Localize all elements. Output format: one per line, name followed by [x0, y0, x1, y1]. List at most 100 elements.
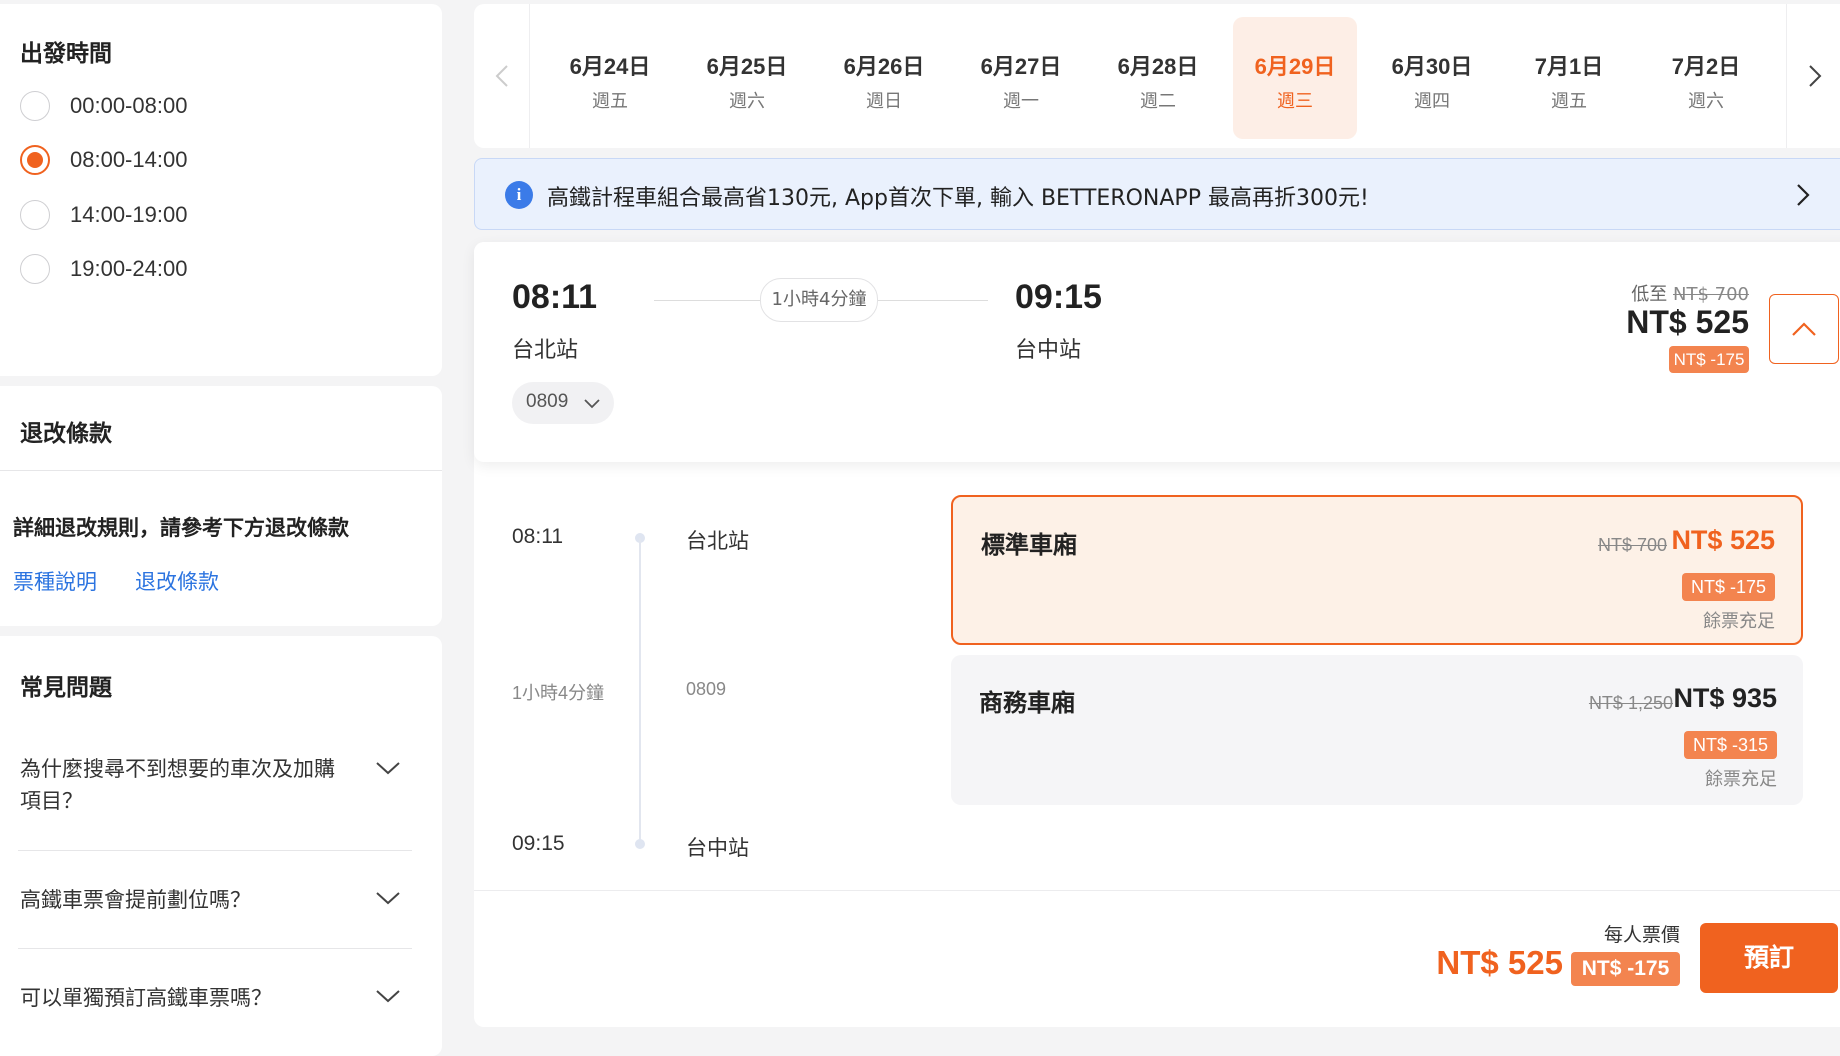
time-option-00-08[interactable]: 00:00-08:00: [20, 89, 187, 123]
date-option[interactable]: 6月26日週日: [822, 17, 946, 139]
class-price: NT$ 935: [1673, 683, 1777, 713]
date-label: 6月26日: [843, 54, 925, 79]
divider: [474, 890, 1840, 891]
timeline-arrive-station: 台中站: [686, 836, 749, 860]
date-label: 6月25日: [706, 54, 788, 79]
date-option[interactable]: 6月25日週六: [685, 17, 809, 139]
next-dates-button[interactable]: [1787, 4, 1840, 148]
date-label: 6月28日: [1117, 54, 1199, 79]
date-label: 7月2日: [1671, 54, 1741, 79]
chevron-down-icon[interactable]: [375, 890, 401, 906]
class-original-price: NT$ 1,250: [1588, 693, 1673, 713]
train-number: 0809: [526, 391, 569, 412]
weekday-label: 週日: [866, 91, 902, 112]
date-option[interactable]: 7月1日週五: [1507, 17, 1631, 139]
date-option-selected[interactable]: 6月29日 週三: [1233, 17, 1357, 139]
ticket-type-link[interactable]: 票種說明: [13, 566, 97, 596]
timeline-train-number: 0809: [686, 679, 727, 699]
class-name: 標準車廂: [981, 531, 1077, 559]
promo-text: 高鐵計程車組合最高省130元, App首次下單, 輸入 BETTERONAPP …: [547, 186, 1369, 211]
from-label: 低至: [1631, 284, 1668, 305]
date-label: 7月1日: [1534, 54, 1604, 79]
book-button[interactable]: 預訂: [1700, 923, 1838, 993]
radio-button-selected[interactable]: [20, 145, 50, 175]
time-option-19-24[interactable]: 19:00-24:00: [20, 252, 187, 286]
date-label: 6月30日: [1391, 54, 1473, 79]
discount-badge: NT$ -175: [1571, 952, 1680, 986]
divider: [18, 850, 412, 851]
time-option-label: 00:00-08:00: [70, 93, 188, 118]
date-label: 6月24日: [569, 54, 651, 79]
arrive-station: 台中站: [1015, 338, 1082, 363]
time-option-label: 14:00-19:00: [70, 202, 188, 227]
radio-button[interactable]: [20, 200, 50, 230]
chevron-down-icon: [584, 399, 600, 409]
radio-button[interactable]: [20, 91, 50, 121]
weekday-label: 週六: [1688, 91, 1724, 112]
weekday-label: 週五: [1551, 91, 1587, 112]
date-option[interactable]: 6月28日週二: [1096, 17, 1220, 139]
duration-pill: 1小時4分鐘: [760, 278, 878, 322]
lowest-price: NT$ 525: [1626, 304, 1749, 340]
divider: [0, 470, 442, 471]
discount-badge: NT$ -315: [1683, 731, 1777, 759]
divider: [529, 4, 530, 148]
chevron-left-icon: [495, 65, 508, 87]
availability-label: 餘票充足: [1703, 611, 1775, 632]
faq-title: 常見問題: [20, 675, 112, 701]
radio-button[interactable]: [20, 254, 50, 284]
train-summary: 08:11 台北站 1小時4分鐘 09:15 台中站 0809 低至 NT$ 7…: [474, 242, 1840, 462]
faq-question[interactable]: 可以單獨預訂高鐵車票嗎？: [20, 982, 340, 1014]
original-price: NT$ 700: [1673, 284, 1749, 305]
departure-time-title: 出發時間: [20, 41, 112, 67]
from-price-label: 低至 NT$ 700: [1631, 280, 1749, 306]
train-result-card: 08:11 台北站 1小時4分鐘 09:15 台中站 0809 低至 NT$ 7…: [474, 242, 1840, 1027]
class-option-standard[interactable]: 標準車廂 NT$ 700 NT$ 525 NT$ -175 餘票充足: [951, 495, 1803, 645]
date-label: 6月27日: [980, 54, 1062, 79]
weekday-label: 週五: [592, 91, 628, 112]
weekday-label: 週三: [1277, 91, 1313, 112]
faq-question[interactable]: 為什麼搜尋不到想要的車次及加購項目？: [20, 753, 340, 817]
timeline-line: [639, 538, 641, 846]
info-icon: i: [505, 181, 533, 209]
chevron-down-icon[interactable]: [375, 760, 401, 776]
divider: [18, 948, 412, 949]
depart-station: 台北站: [512, 338, 579, 363]
class-option-business[interactable]: 商務車廂 NT$ 1,250 NT$ 935 NT$ -315 餘票充足: [951, 655, 1803, 805]
chevron-up-icon: [1792, 322, 1816, 336]
weekday-label: 週六: [729, 91, 765, 112]
per-person-label: 每人票價: [1603, 924, 1680, 946]
refund-policy-link[interactable]: 退改條款: [135, 566, 219, 596]
discount-badge: NT$ -175: [1681, 573, 1775, 601]
timeline-dot: [635, 839, 645, 849]
time-option-14-19[interactable]: 14:00-19:00: [20, 198, 187, 232]
class-name: 商務車廂: [979, 689, 1075, 717]
train-number-dropdown[interactable]: 0809: [512, 382, 614, 424]
chevron-down-icon[interactable]: [375, 988, 401, 1004]
weekday-label: 週二: [1140, 91, 1176, 112]
discount-badge: NT$ -175: [1669, 346, 1749, 373]
time-option-08-14[interactable]: 08:00-14:00: [20, 143, 187, 177]
refund-title: 退改條款: [20, 421, 112, 447]
prev-dates-button[interactable]: [474, 4, 530, 148]
chevron-right-icon: [1809, 65, 1822, 87]
time-option-label: 19:00-24:00: [70, 256, 188, 281]
departure-time-filter: 出發時間 00:00-08:00 08:00-14:00 14:00-19:00…: [0, 4, 442, 376]
promo-banner[interactable]: i 高鐵計程車組合最高省130元, App首次下單, 輸入 BETTERONAP…: [474, 158, 1840, 230]
date-option[interactable]: 6月27日週一: [959, 17, 1083, 139]
chevron-right-icon: [1797, 184, 1810, 206]
time-option-label: 08:00-14:00: [70, 147, 188, 172]
refund-policy-panel: 退改條款 詳細退改規則，請參考下方退改條款 票種說明 退改條款: [0, 386, 442, 626]
date-option[interactable]: 7月2日週六: [1644, 17, 1768, 139]
refund-note: 詳細退改規則，請參考下方退改條款: [13, 516, 349, 540]
faq-question[interactable]: 高鐵車票會提前劃位嗎？: [20, 884, 340, 916]
depart-time: 08:11: [512, 278, 598, 316]
collapse-button[interactable]: [1769, 294, 1839, 364]
date-option[interactable]: 6月24日週五: [548, 17, 672, 139]
timeline-duration: 1小時4分鐘: [512, 683, 605, 703]
arrive-time: 09:15: [1015, 278, 1102, 316]
date-option[interactable]: 6月30日 週四: [1370, 17, 1494, 139]
weekday-label: 週一: [1003, 91, 1039, 112]
faq-panel: 常見問題 為什麼搜尋不到想要的車次及加購項目？ 高鐵車票會提前劃位嗎？ 可以單獨…: [0, 636, 442, 1056]
class-original-price: NT$ 700: [1597, 535, 1667, 555]
